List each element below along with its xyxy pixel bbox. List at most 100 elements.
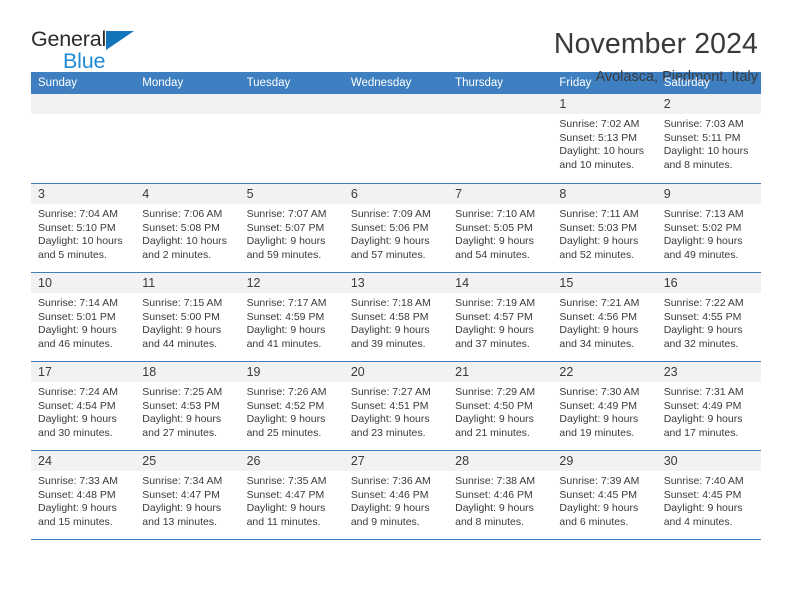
day-sun-info: Sunrise: 7:13 AM Sunset: 5:02 PM Daylight:… [657,204,761,262]
sunset-text: Sunset: 4:45 PM [559,488,638,501]
daylight-text: Daylight: 9 hours and 13 minutes. [142,502,222,528]
calendar-day-cell-empty [31,94,136,183]
calendar-day-cell[interactable]: 17 Sunrise: 7:24 AM Sunset: 4:54 PM Dayligh… [31,362,136,450]
calendar-day-cell[interactable]: 2 Sunrise: 7:03 AM Sunset: 5:11 PM Daylight… [656,94,761,183]
sunset-text: Sunset: 4:49 PM [559,399,638,412]
daylight-text: Daylight: 9 hours and 46 minutes. [38,324,117,350]
calendar-day-cell[interactable]: 26 Sunrise: 7:35 AM Sunset: 4:47 PM Dayligh… [239,451,344,539]
day-sun-info: Sunrise: 7:18 AM Sunset: 4:58 PM Daylight:… [344,293,448,351]
sunrise-text: Sunrise: 7:18 AM [350,297,431,309]
daylight-text: Daylight: 9 hours and 15 minutes. [38,502,117,528]
calendar-day-cell[interactable]: 16 Sunrise: 7:22 AM Sunset: 4:55 PM Dayligh… [656,273,761,361]
calendar-day-cell[interactable]: 21 Sunrise: 7:29 AM Sunset: 4:50 PM Dayligh… [448,362,553,450]
sunrise-text: Sunrise: 7:13 AM [663,208,744,220]
calendar-day-cell[interactable]: 18 Sunrise: 7:25 AM Sunset: 4:53 PM Dayligh… [135,362,240,450]
calendar-day-cell[interactable]: 14 Sunrise: 7:19 AM Sunset: 4:57 PM Dayligh… [448,273,553,361]
day-sun-info: Sunrise: 7:27 AM Sunset: 4:51 PM Daylight:… [344,382,448,440]
sunset-text: Sunset: 4:46 PM [350,488,429,501]
day-number: 22 [552,362,657,382]
page-title: November 2024 [553,28,758,60]
day-number: 8 [552,184,657,204]
day-number: 7 [448,184,553,204]
day-number: 28 [448,451,553,471]
brand-name-blue: Blue [63,49,106,73]
calendar-day-cell[interactable]: 15 Sunrise: 7:21 AM Sunset: 4:56 PM Dayligh… [552,273,657,361]
day-number: 27 [343,451,449,471]
daylight-text: Daylight: 9 hours and 8 minutes. [455,502,534,528]
calendar-page: General Blue November 2024 Avolasca, Pie… [0,0,792,612]
calendar-day-cell[interactable]: 29 Sunrise: 7:39 AM Sunset: 4:45 PM Dayligh… [552,451,657,539]
day-sun-info: Sunrise: 7:24 AM Sunset: 4:54 PM Daylight:… [31,382,135,440]
day-sun-info: Sunrise: 7:26 AM Sunset: 4:52 PM Daylight:… [240,382,344,440]
day-number: 12 [239,273,344,293]
calendar-day-cell[interactable]: 3 Sunrise: 7:04 AM Sunset: 5:10 PM Daylight… [31,184,136,272]
sunset-text: Sunset: 4:47 PM [246,488,325,501]
sunset-text: Sunset: 5:01 PM [38,310,116,323]
calendar-day-cell[interactable]: 1 Sunrise: 7:02 AM Sunset: 5:13 PM Daylight… [552,94,657,183]
sunrise-text: Sunrise: 7:38 AM [455,475,536,487]
day-number: 17 [31,362,136,382]
calendar-day-cell[interactable]: 25 Sunrise: 7:34 AM Sunset: 4:47 PM Dayligh… [135,451,240,539]
calendar-week-row: 3 Sunrise: 7:04 AM Sunset: 5:10 PM Daylight… [31,184,761,273]
day-sun-info: Sunrise: 7:30 AM Sunset: 4:49 PM Daylight:… [552,382,656,440]
calendar-day-cell[interactable]: 10 Sunrise: 7:14 AM Sunset: 5:01 PM Dayligh… [31,273,136,361]
weekday-header-thursday: Thursday [455,77,504,89]
sunset-text: Sunset: 4:47 PM [142,488,220,501]
calendar-day-cell[interactable]: 23 Sunrise: 7:31 AM Sunset: 4:49 PM Dayligh… [656,362,761,450]
day-sun-info: Sunrise: 7:19 AM Sunset: 4:57 PM Daylight:… [448,293,552,351]
day-number: 30 [656,451,761,471]
day-number: 3 [31,184,136,204]
day-sun-info: Sunrise: 7:39 AM Sunset: 4:45 PM Daylight:… [552,471,656,529]
daylight-text: Daylight: 9 hours and 9 minutes. [350,502,430,528]
calendar-grid: Sunday Monday Tuesday Wednesday Thursday Frid… [31,72,761,540]
calendar-day-cell[interactable]: 19 Sunrise: 7:26 AM Sunset: 4:52 PM Dayligh… [239,362,344,450]
day-number: 6 [343,184,449,204]
sunrise-text: Sunrise: 7:09 AM [350,208,431,220]
calendar-day-cell[interactable]: 5 Sunrise: 7:07 AM Sunset: 5:07 PM Daylight… [239,184,344,272]
sunset-text: Sunset: 4:51 PM [350,399,429,412]
sunset-text: Sunset: 4:56 PM [559,310,638,323]
day-number: 29 [552,451,657,471]
calendar-day-cell[interactable]: 28 Sunrise: 7:38 AM Sunset: 4:46 PM Dayligh… [448,451,553,539]
sunrise-text: Sunrise: 7:31 AM [663,386,744,398]
calendar-day-cell[interactable]: 8 Sunrise: 7:11 AM Sunset: 5:03 PM Daylight… [552,184,657,272]
sunset-text: Sunset: 4:57 PM [455,310,533,323]
daylight-text: Daylight: 9 hours and 21 minutes. [455,413,534,439]
daylight-text: Daylight: 9 hours and 11 minutes. [246,502,326,528]
calendar-day-cell[interactable]: 6 Sunrise: 7:09 AM Sunset: 5:06 PM Daylight… [343,184,449,272]
day-sun-info: Sunrise: 7:29 AM Sunset: 4:50 PM Daylight:… [448,382,552,440]
calendar-day-cell[interactable]: 27 Sunrise: 7:36 AM Sunset: 4:46 PM Dayligh… [343,451,449,539]
calendar-day-cell[interactable]: 20 Sunrise: 7:27 AM Sunset: 4:51 PM Dayligh… [343,362,449,450]
day-number [135,94,240,114]
daylight-text: Daylight: 9 hours and 57 minutes. [350,235,430,261]
day-sun-info: Sunrise: 7:06 AM Sunset: 5:08 PM Daylight:… [135,204,239,262]
brand-logo[interactable]: General Blue [31,27,151,79]
daylight-text: Daylight: 10 hours and 5 minutes. [38,235,123,261]
daylight-text: Daylight: 9 hours and 44 minutes. [142,324,222,350]
daylight-text: Daylight: 9 hours and 19 minutes. [559,413,639,439]
calendar-day-cell[interactable]: 7 Sunrise: 7:10 AM Sunset: 5:05 PM Daylight… [448,184,553,272]
sunset-text: Sunset: 4:48 PM [38,488,116,501]
day-sun-info: Sunrise: 7:33 AM Sunset: 4:48 PM Daylight:… [31,471,135,529]
calendar-day-cell[interactable]: 30 Sunrise: 7:40 AM Sunset: 4:45 PM Dayligh… [656,451,761,539]
calendar-day-cell[interactable]: 9 Sunrise: 7:13 AM Sunset: 5:02 PM Daylight… [656,184,761,272]
calendar-day-cell[interactable]: 4 Sunrise: 7:06 AM Sunset: 5:08 PM Daylight… [135,184,240,272]
day-sun-info: Sunrise: 7:17 AM Sunset: 4:59 PM Daylight:… [240,293,344,351]
day-number: 10 [31,273,136,293]
day-number: 5 [239,184,344,204]
daylight-text: Daylight: 9 hours and 6 minutes. [559,502,639,528]
sunrise-text: Sunrise: 7:02 AM [559,118,640,130]
calendar-day-cell[interactable]: 11 Sunrise: 7:15 AM Sunset: 5:00 PM Dayligh… [135,273,240,361]
sunrise-text: Sunrise: 7:25 AM [142,386,223,398]
calendar-day-cell[interactable]: 22 Sunrise: 7:30 AM Sunset: 4:49 PM Dayligh… [552,362,657,450]
day-number [448,94,553,114]
calendar-day-cell[interactable]: 12 Sunrise: 7:17 AM Sunset: 4:59 PM Dayligh… [239,273,344,361]
calendar-weeks: 1 Sunrise: 7:02 AM Sunset: 5:13 PM Daylight… [31,94,761,540]
day-sun-info: Sunrise: 7:36 AM Sunset: 4:46 PM Daylight:… [344,471,448,529]
day-sun-info: Sunrise: 7:14 AM Sunset: 5:01 PM Daylight:… [31,293,135,351]
calendar-day-cell-empty [448,94,553,183]
daylight-text: Daylight: 9 hours and 54 minutes. [455,235,534,261]
daylight-text: Daylight: 9 hours and 27 minutes. [142,413,222,439]
calendar-day-cell[interactable]: 24 Sunrise: 7:33 AM Sunset: 4:48 PM Dayligh… [31,451,136,539]
calendar-day-cell[interactable]: 13 Sunrise: 7:18 AM Sunset: 4:58 PM Dayligh… [343,273,449,361]
